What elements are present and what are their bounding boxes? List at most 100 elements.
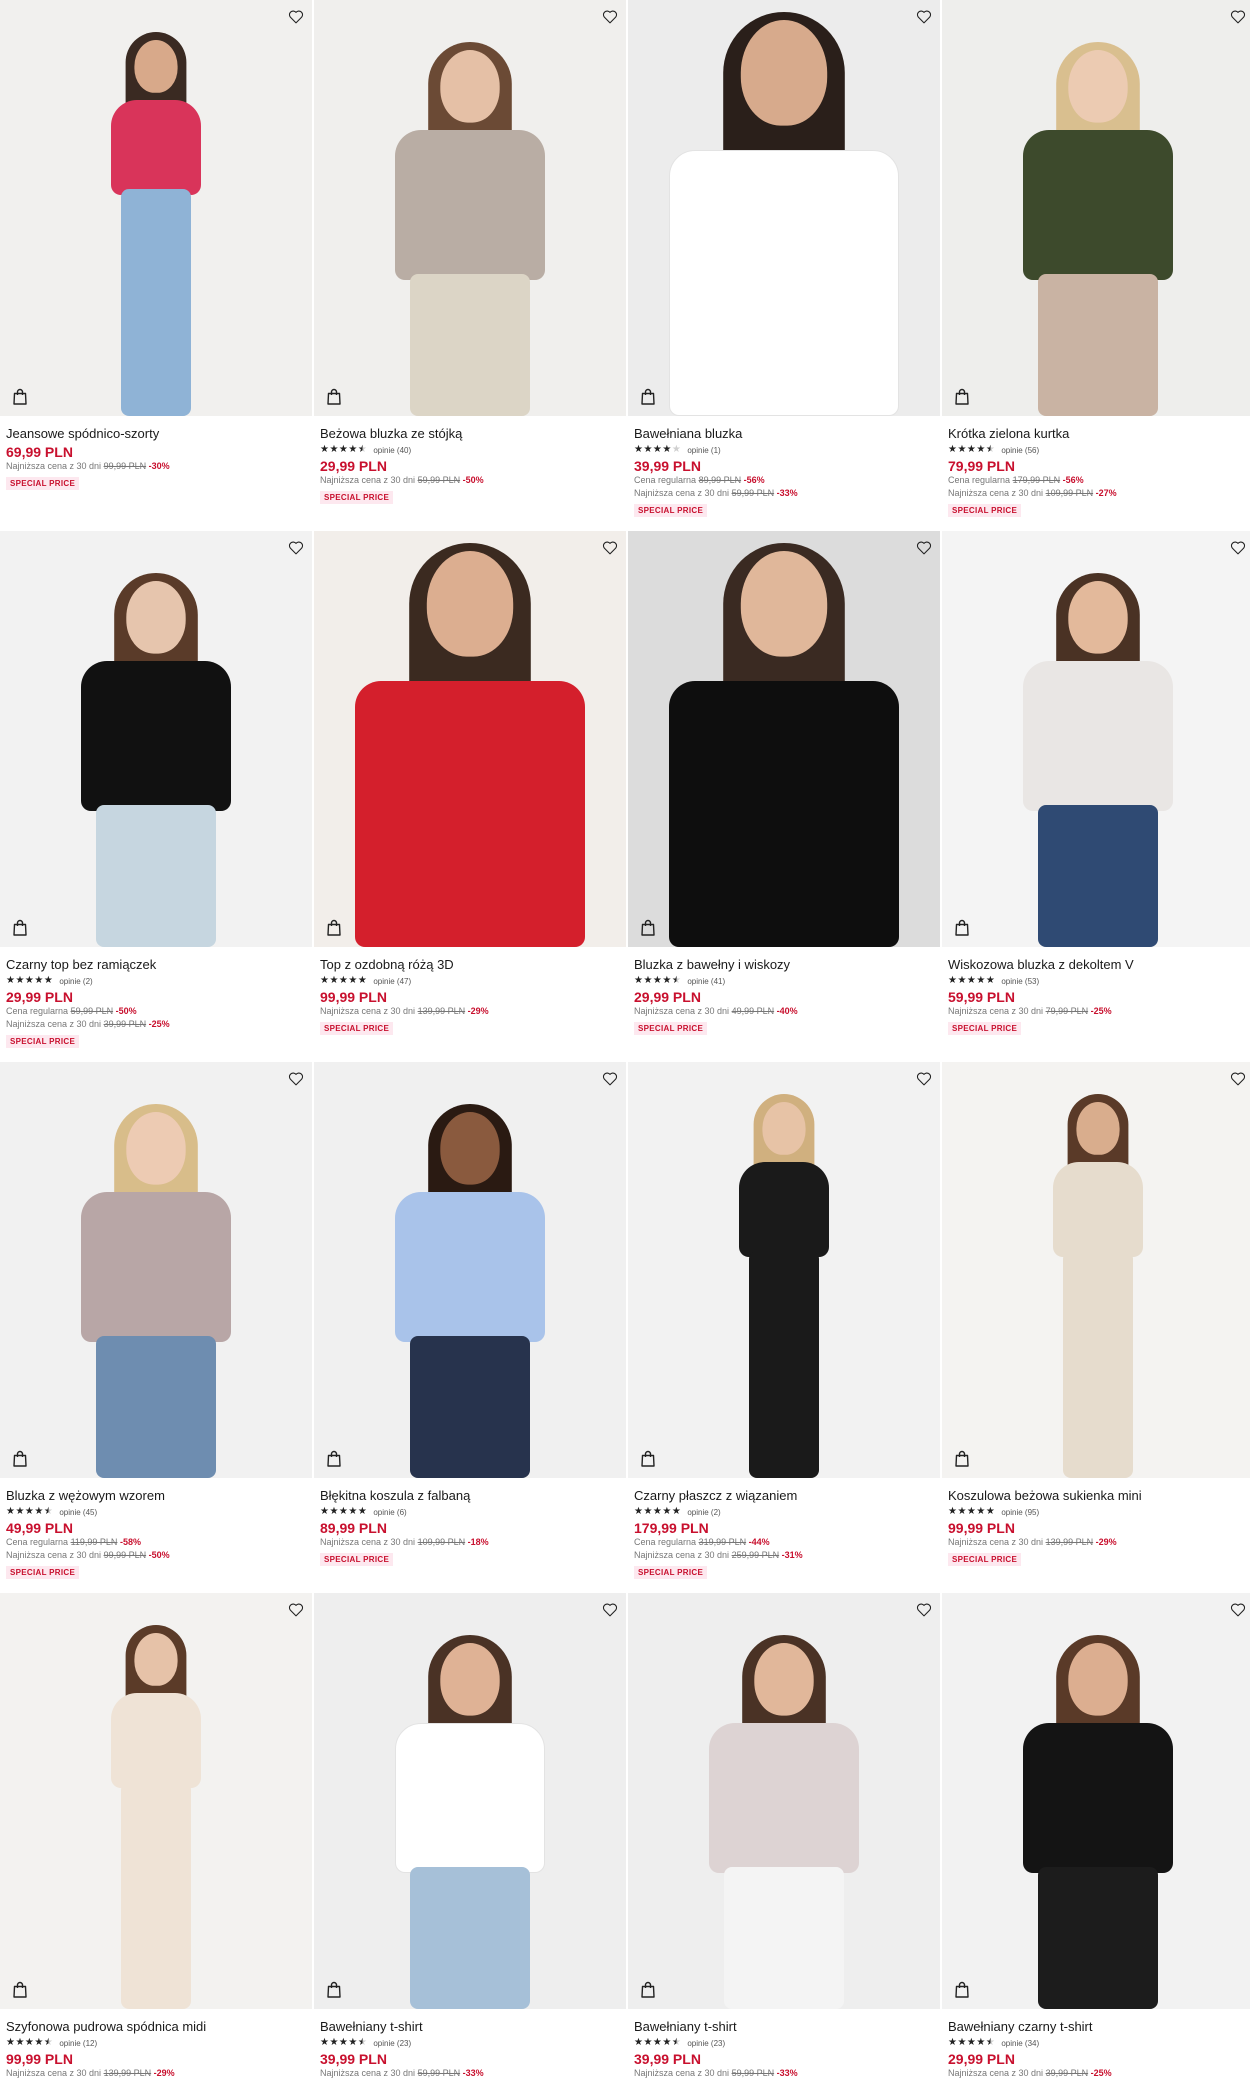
- heart-icon[interactable]: [1228, 6, 1248, 26]
- product-name[interactable]: Bawełniana bluzka: [634, 426, 934, 442]
- product-card[interactable]: Czarny płaszcz z wiązaniem ★★★★★ opinie (2…: [628, 1062, 940, 1593]
- shopping-bag-icon[interactable]: [326, 388, 344, 406]
- heart-icon[interactable]: [914, 1068, 934, 1088]
- product-card[interactable]: Krótka zielona kurtka ★★★★★ opinie (56) 79,…: [942, 0, 1250, 531]
- opinions-count[interactable]: opinie (41): [687, 977, 725, 986]
- product-card[interactable]: Top z ozdobną różą 3D ★★★★★ opinie (47) 99,…: [314, 531, 626, 1062]
- discount-percent: -29%: [1095, 1537, 1117, 1547]
- product-image[interactable]: [628, 531, 940, 947]
- product-name[interactable]: Top z ozdobną różą 3D: [320, 957, 620, 973]
- product-image[interactable]: [0, 531, 312, 947]
- product-image[interactable]: [314, 0, 626, 416]
- product-image[interactable]: [942, 1062, 1250, 1478]
- product-card[interactable]: Czarny top bez ramiączek ★★★★★ opinie (2) 2…: [0, 531, 312, 1062]
- opinions-count[interactable]: opinie (53): [1001, 977, 1039, 986]
- product-image[interactable]: [0, 1062, 312, 1478]
- product-card[interactable]: Koszulowa beżowa sukienka mini ★★★★★ opini…: [942, 1062, 1250, 1593]
- product-name[interactable]: Bluzka z bawełny i wiskozy: [634, 957, 934, 973]
- product-image[interactable]: [628, 1062, 940, 1478]
- shopping-bag-icon[interactable]: [12, 919, 30, 937]
- product-image[interactable]: [628, 1593, 940, 2009]
- price-note: Najniższa cena z 30 dni 109,99 PLN -27%: [948, 487, 1248, 500]
- product-image[interactable]: [942, 1593, 1250, 2009]
- shopping-bag-icon[interactable]: [640, 1450, 658, 1468]
- shopping-bag-icon[interactable]: [640, 388, 658, 406]
- product-name[interactable]: Czarny płaszcz z wiązaniem: [634, 1488, 934, 1504]
- shopping-bag-icon[interactable]: [12, 1981, 30, 1999]
- heart-icon[interactable]: [600, 1068, 620, 1088]
- shopping-bag-icon[interactable]: [640, 919, 658, 937]
- product-card[interactable]: Beżowa bluzka ze stójką ★★★★★ opinie (40) 2…: [314, 0, 626, 531]
- product-image[interactable]: [628, 0, 940, 416]
- product-card[interactable]: Bawełniany t-shirt ★★★★★ opinie (23) 39,99 …: [314, 1593, 626, 2086]
- heart-icon[interactable]: [914, 6, 934, 26]
- price-note: Najniższa cena z 30 dni 99,99 PLN -30%: [6, 460, 306, 473]
- heart-icon[interactable]: [600, 537, 620, 557]
- heart-icon[interactable]: [914, 537, 934, 557]
- product-name[interactable]: Bluzka z wężowym wzorem: [6, 1488, 306, 1504]
- heart-icon[interactable]: [286, 1599, 306, 1619]
- product-name[interactable]: Bawełniany t-shirt: [320, 2019, 620, 2035]
- product-image[interactable]: [942, 531, 1250, 947]
- product-name[interactable]: Koszulowa beżowa sukienka mini: [948, 1488, 1248, 1504]
- shopping-bag-icon[interactable]: [954, 1981, 972, 1999]
- opinions-count[interactable]: opinie (2): [59, 977, 92, 986]
- product-name[interactable]: Beżowa bluzka ze stójką: [320, 426, 620, 442]
- product-name[interactable]: Szyfonowa pudrowa spódnica midi: [6, 2019, 306, 2035]
- heart-icon[interactable]: [1228, 1068, 1248, 1088]
- opinions-count[interactable]: opinie (12): [59, 2039, 97, 2048]
- product-card[interactable]: Błękitna koszula z falbaną ★★★★★ opinie (6…: [314, 1062, 626, 1593]
- heart-icon[interactable]: [914, 1599, 934, 1619]
- product-image[interactable]: [942, 0, 1250, 416]
- opinions-count[interactable]: opinie (47): [373, 977, 411, 986]
- rating: ★★★★★ opinie (2): [634, 1506, 934, 1518]
- product-name[interactable]: Czarny top bez ramiączek: [6, 957, 306, 973]
- opinions-count[interactable]: opinie (95): [1001, 1508, 1039, 1517]
- shopping-bag-icon[interactable]: [954, 1450, 972, 1468]
- product-image[interactable]: [0, 0, 312, 416]
- shopping-bag-icon[interactable]: [640, 1981, 658, 1999]
- product-name[interactable]: Wiskozowa bluzka z dekoltem V: [948, 957, 1248, 973]
- product-name[interactable]: Jeansowe spódnico-szorty: [6, 426, 306, 442]
- heart-icon[interactable]: [600, 6, 620, 26]
- opinions-count[interactable]: opinie (40): [373, 446, 411, 455]
- product-card[interactable]: Szyfonowa pudrowa spódnica midi ★★★★★ opin…: [0, 1593, 312, 2086]
- shopping-bag-icon[interactable]: [326, 1981, 344, 1999]
- opinions-count[interactable]: opinie (6): [373, 1508, 406, 1517]
- opinions-count[interactable]: opinie (23): [687, 2039, 725, 2048]
- price-note-label: Najniższa cena z 30 dni: [634, 1550, 730, 1560]
- heart-icon[interactable]: [1228, 1599, 1248, 1619]
- opinions-count[interactable]: opinie (1): [687, 446, 720, 455]
- opinions-count[interactable]: opinie (34): [1001, 2039, 1039, 2048]
- product-name[interactable]: Błękitna koszula z falbaną: [320, 1488, 620, 1504]
- opinions-count[interactable]: opinie (56): [1001, 446, 1039, 455]
- product-card[interactable]: Bluzka z wężowym wzorem ★★★★★ opinie (45) 4…: [0, 1062, 312, 1593]
- opinions-count[interactable]: opinie (23): [373, 2039, 411, 2048]
- shopping-bag-icon[interactable]: [12, 388, 30, 406]
- heart-icon[interactable]: [286, 537, 306, 557]
- shopping-bag-icon[interactable]: [326, 919, 344, 937]
- product-name[interactable]: Bawełniany czarny t-shirt: [948, 2019, 1248, 2035]
- shopping-bag-icon[interactable]: [326, 1450, 344, 1468]
- shopping-bag-icon[interactable]: [954, 388, 972, 406]
- product-card[interactable]: Wiskozowa bluzka z dekoltem V ★★★★★ opinie…: [942, 531, 1250, 1062]
- opinions-count[interactable]: opinie (2): [687, 1508, 720, 1517]
- product-card[interactable]: Bluzka z bawełny i wiskozy ★★★★★ opinie (4…: [628, 531, 940, 1062]
- shopping-bag-icon[interactable]: [954, 919, 972, 937]
- product-card[interactable]: Bawełniany t-shirt ★★★★★ opinie (23) 39,99 …: [628, 1593, 940, 2086]
- heart-icon[interactable]: [286, 6, 306, 26]
- heart-icon[interactable]: [1228, 537, 1248, 557]
- product-name[interactable]: Krótka zielona kurtka: [948, 426, 1248, 442]
- product-image[interactable]: [314, 1593, 626, 2009]
- product-image[interactable]: [0, 1593, 312, 2009]
- shopping-bag-icon[interactable]: [12, 1450, 30, 1468]
- heart-icon[interactable]: [600, 1599, 620, 1619]
- product-image[interactable]: [314, 1062, 626, 1478]
- product-card[interactable]: Bawełniany czarny t-shirt ★★★★★ opinie (34…: [942, 1593, 1250, 2086]
- opinions-count[interactable]: opinie (45): [59, 1508, 97, 1517]
- product-card[interactable]: Jeansowe spódnico-szorty 69,99 PLN Najniżs…: [0, 0, 312, 531]
- product-card[interactable]: Bawełniana bluzka ★★★★★ opinie (1) 39,99 PL…: [628, 0, 940, 531]
- heart-icon[interactable]: [286, 1068, 306, 1088]
- product-image[interactable]: [314, 531, 626, 947]
- product-name[interactable]: Bawełniany t-shirt: [634, 2019, 934, 2035]
